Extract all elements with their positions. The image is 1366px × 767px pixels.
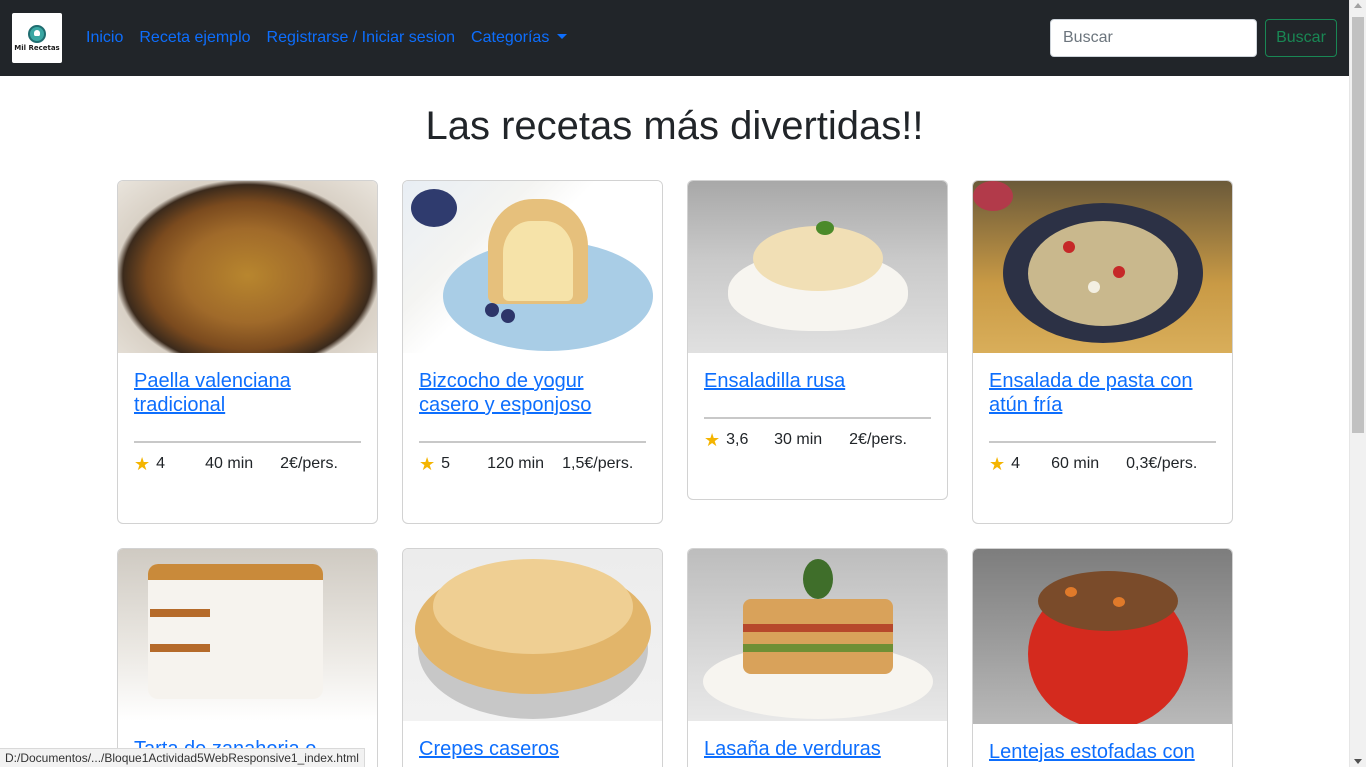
recipe-meta: ★ 5 120 min 1,5€/pers. [419, 451, 646, 477]
card-body: Crepes caseros [403, 721, 662, 767]
recipe-price: 2€/pers. [849, 431, 907, 448]
recipe-title-link[interactable]: Lasaña de verduras [704, 737, 931, 761]
recipe-title-link[interactable]: Lentejas estofadas con [989, 740, 1216, 764]
recipe-title-link[interactable]: Crepes caseros [419, 737, 646, 761]
star-icon: ★ [989, 454, 1006, 474]
search-button[interactable]: Buscar [1265, 19, 1337, 57]
nav-link-receta-ejemplo[interactable]: Receta ejemplo [131, 29, 258, 47]
recipe-rating: 3,6 [726, 431, 749, 448]
star-icon: ★ [134, 454, 151, 474]
recipe-image-ensalada-pasta [973, 181, 1232, 353]
recipe-title-link[interactable]: Ensaladilla rusa [704, 369, 931, 393]
top-navbar: Mil Recetas Inicio Receta ejemplo Regist… [0, 0, 1349, 76]
card-divider [419, 441, 646, 443]
card-body: Ensalada de pasta con atún fría ★ 4 60 m… [973, 353, 1232, 493]
recipe-image-paella [118, 181, 377, 353]
card-body: Lentejas estofadas con [973, 724, 1232, 767]
recipe-time: 40 min [205, 455, 254, 472]
recipe-card: Ensaladilla rusa ★ 3,6 30 min 2€/pers. [687, 180, 948, 500]
nav-link-registrarse[interactable]: Registrarse / Iniciar sesion [259, 29, 464, 47]
recipe-image-bizcocho [403, 181, 662, 353]
nav-dropdown-categorias[interactable]: Categorías [463, 29, 575, 47]
recipe-rating: 5 [441, 455, 451, 472]
recipe-meta: ★ 3,6 30 min 2€/pers. [704, 427, 931, 453]
card-divider [704, 417, 931, 419]
recipe-image-lentejas [973, 549, 1232, 724]
recipe-time: 60 min [1051, 455, 1100, 472]
star-icon: ★ [704, 430, 721, 450]
card-divider [989, 441, 1216, 443]
recipe-meta: ★ 4 60 min 0,3€/pers. [989, 451, 1216, 477]
vertical-scrollbar[interactable] [1349, 0, 1366, 767]
search-input[interactable] [1050, 19, 1257, 57]
recipe-card: Bizcocho de yogur casero y esponjoso ★ 5… [402, 180, 663, 524]
nav-links: Inicio Receta ejemplo Registrarse / Inic… [78, 29, 575, 47]
search-form: Buscar [1050, 19, 1337, 57]
recipe-card: Crepes caseros [402, 548, 663, 767]
recipe-image-crepes [403, 549, 662, 721]
recipe-card: Ensalada de pasta con atún fría ★ 4 60 m… [972, 180, 1233, 524]
status-bar-url: D:/Documentos/.../Bloque1Actividad5WebRe… [0, 748, 365, 767]
recipe-title-link[interactable]: Paella valenciana tradicional [134, 369, 361, 417]
recipe-image-lasana [688, 549, 947, 721]
card-body: Ensaladilla rusa ★ 3,6 30 min 2€/pers. [688, 353, 947, 469]
categorias-label: Categorías [471, 29, 550, 46]
recipe-image-tarta-zanahoria [118, 549, 377, 721]
recipe-rating: 4 [1011, 455, 1021, 472]
recipe-time: 30 min [774, 431, 823, 448]
caret-down-icon [557, 34, 568, 39]
page-title: Las recetas más divertidas!! [425, 104, 924, 148]
recipe-card: Lentejas estofadas con [972, 548, 1233, 767]
card-body: Paella valenciana tradicional ★ 4 40 min… [118, 353, 377, 493]
recipe-price: 2€/pers. [280, 455, 338, 472]
star-icon: ★ [419, 454, 436, 474]
recipe-card: Tarta de zanahoria o [117, 548, 378, 767]
logo-text: Mil Recetas [14, 43, 60, 52]
recipe-image-ensaladilla [688, 181, 947, 353]
brand-logo[interactable]: Mil Recetas [12, 13, 62, 63]
recipe-card: Lasaña de verduras [687, 548, 948, 767]
scroll-up-arrow-icon[interactable] [1354, 3, 1362, 8]
recipe-title-link[interactable]: Ensalada de pasta con atún fría [989, 369, 1216, 417]
recipe-title-link[interactable]: Bizcocho de yogur casero y esponjoso [419, 369, 646, 417]
recipe-meta: ★ 4 40 min 2€/pers. [134, 451, 361, 477]
nav-link-inicio[interactable]: Inicio [78, 29, 131, 47]
card-body: Bizcocho de yogur casero y esponjoso ★ 5… [403, 353, 662, 493]
chef-hat-icon [28, 24, 46, 43]
card-body: Lasaña de verduras [688, 721, 947, 767]
scroll-down-arrow-icon[interactable] [1354, 759, 1362, 764]
recipe-rating: 4 [156, 455, 166, 472]
recipe-time: 120 min [487, 455, 545, 472]
card-divider [134, 441, 361, 443]
scroll-thumb[interactable] [1352, 17, 1364, 433]
recipe-card: Paella valenciana tradicional ★ 4 40 min… [117, 180, 378, 524]
recipe-price: 1,5€/pers. [562, 455, 634, 472]
recipe-price: 0,3€/pers. [1126, 455, 1198, 472]
